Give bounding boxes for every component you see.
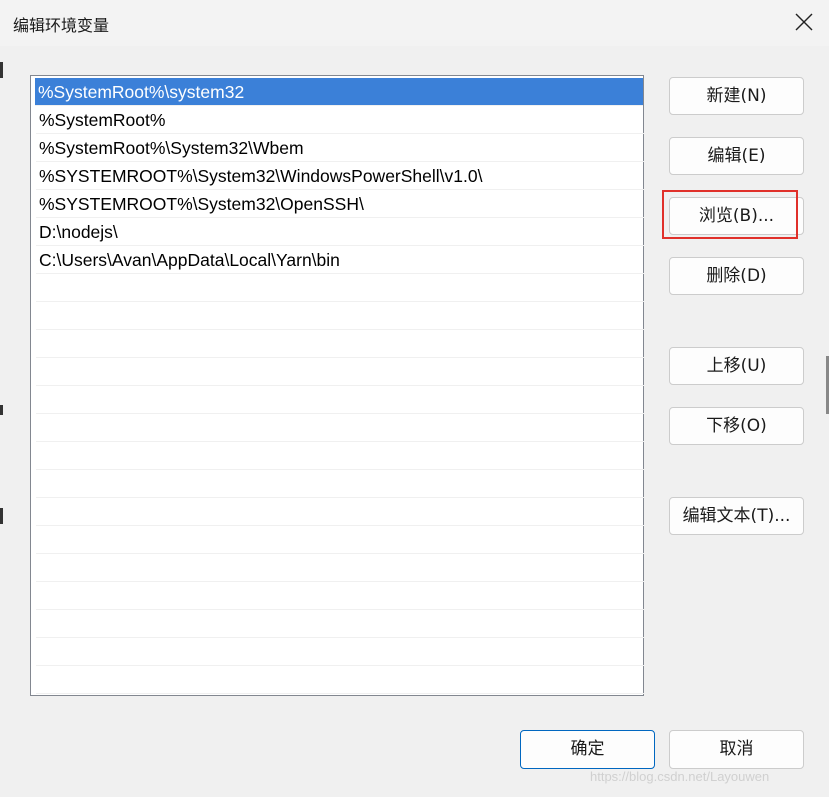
path-list-item[interactable]: D:\nodejs\ <box>36 218 644 246</box>
empty-list-row[interactable] <box>36 470 644 498</box>
empty-list-row[interactable] <box>36 274 644 302</box>
path-list-item[interactable]: %SystemRoot% <box>36 106 644 134</box>
background-window-edge <box>0 62 3 78</box>
delete-button[interactable]: 删除(D) <box>669 257 804 295</box>
path-list[interactable]: %SystemRoot%\system32 %SystemRoot% %System… <box>30 75 644 696</box>
browse-button[interactable]: 浏览(B)... <box>669 197 804 235</box>
watermark: https://blog.csdn.net/Layouwen <box>590 769 770 784</box>
path-list-item[interactable]: %SystemRoot%\system32 <box>35 78 643 106</box>
background-window-edge <box>0 405 3 415</box>
move-down-button[interactable]: 下移(O) <box>669 407 804 445</box>
path-list-item[interactable]: C:\Users\Avan\AppData\Local\Yarn\bin <box>36 246 644 274</box>
empty-list-row[interactable] <box>36 330 644 358</box>
empty-list-row[interactable] <box>36 358 644 386</box>
empty-list-row[interactable] <box>36 610 644 638</box>
move-up-button[interactable]: 上移(U) <box>669 347 804 385</box>
window-title: 编辑环境变量 <box>13 16 110 35</box>
empty-list-row[interactable] <box>36 526 644 554</box>
cancel-button[interactable]: 取消 <box>669 730 804 769</box>
empty-list-row[interactable] <box>36 414 644 442</box>
empty-list-row[interactable] <box>36 554 644 582</box>
ok-button[interactable]: 确定 <box>520 730 655 769</box>
empty-list-row[interactable] <box>36 666 644 694</box>
title-bar: 编辑环境变量 <box>0 0 829 46</box>
empty-list-row[interactable] <box>36 582 644 610</box>
empty-list-row[interactable] <box>36 302 644 330</box>
path-list-item[interactable]: %SYSTEMROOT%\System32\OpenSSH\ <box>36 190 644 218</box>
edit-button[interactable]: 编辑(E) <box>669 137 804 175</box>
path-list-item[interactable]: %SystemRoot%\System32\Wbem <box>36 134 644 162</box>
empty-list-row[interactable] <box>36 386 644 414</box>
edit-text-button[interactable]: 编辑文本(T)... <box>669 497 804 535</box>
empty-list-row[interactable] <box>36 638 644 666</box>
background-window-edge <box>0 508 3 524</box>
new-button[interactable]: 新建(N) <box>669 77 804 115</box>
close-button[interactable] <box>780 0 829 46</box>
close-icon <box>795 13 813 31</box>
empty-list-row[interactable] <box>36 498 644 526</box>
empty-list-row[interactable] <box>36 442 644 470</box>
path-list-item[interactable]: %SYSTEMROOT%\System32\WindowsPowerShell\… <box>36 162 644 190</box>
